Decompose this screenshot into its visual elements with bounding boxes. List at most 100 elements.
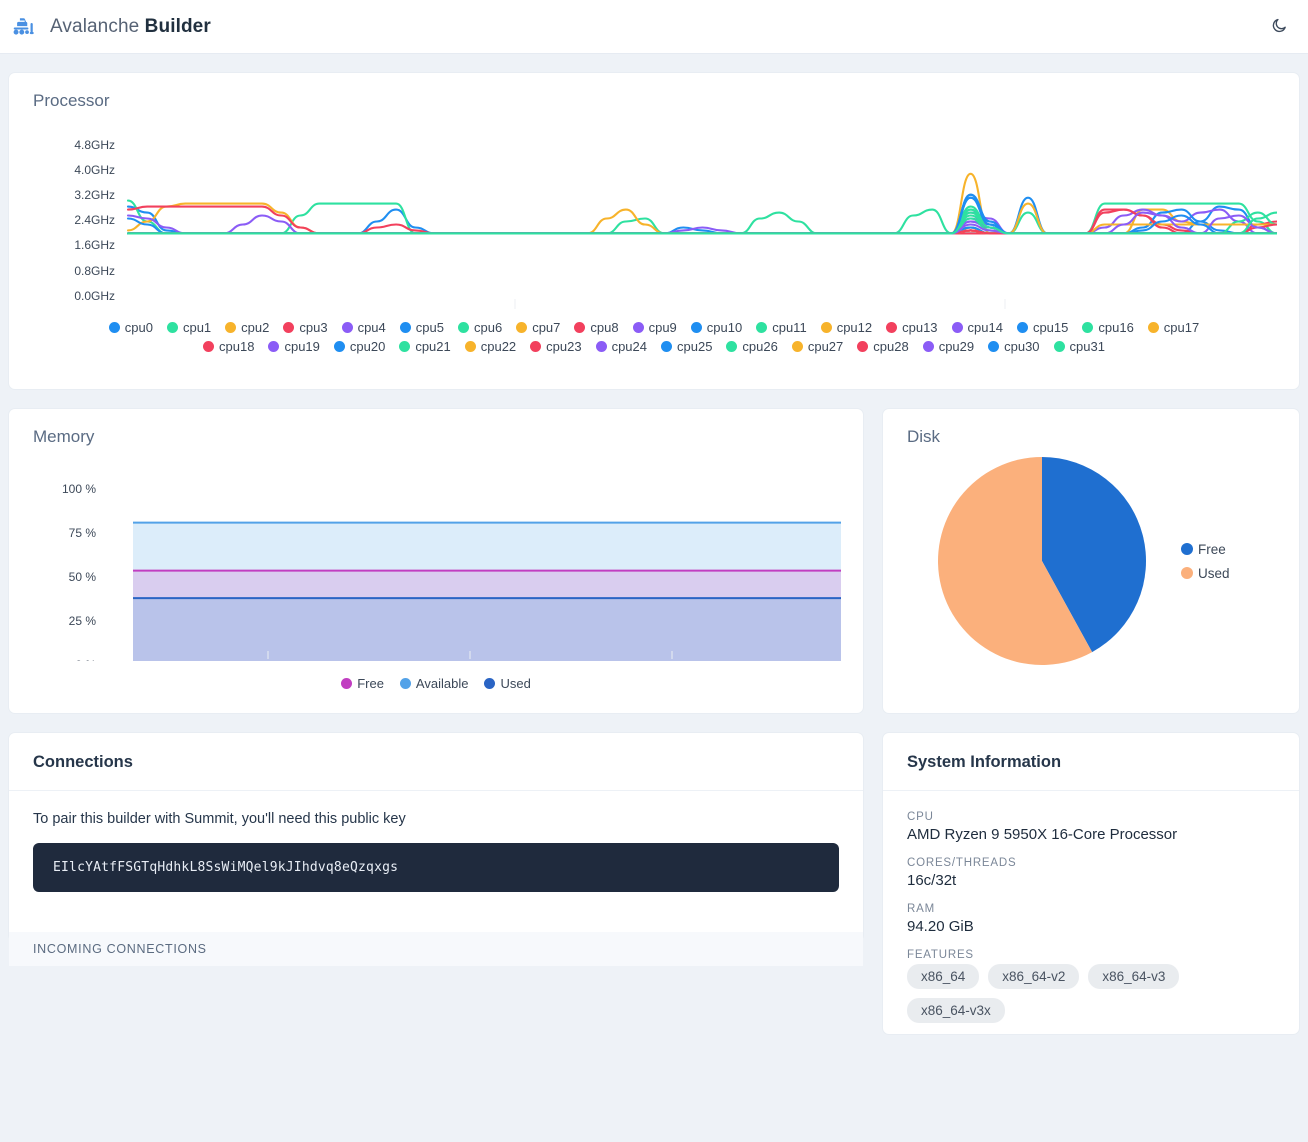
legend-color-dot [283,322,295,333]
feature-chip: x86_64-v3x [907,998,1005,1023]
feature-chip: x86_64 [907,964,980,989]
legend-label: Used [1198,565,1230,581]
legend-label: cpu30 [1004,339,1040,354]
legend-color-dot [166,322,178,333]
legend-color-dot [820,322,832,333]
legend-color-dot [399,341,411,352]
legend-label: cpu5 [415,320,444,335]
legend-item-cpu8[interactable]: cpu8 [574,320,619,335]
legend-item-cpu16[interactable]: cpu16 [1082,320,1134,335]
memory-chart-svg: 100 % 75 % 50 % 25 % 0 % [62,482,863,672]
public-key-box[interactable]: EIlcYAtfFSGTqHdhkL8SsWiMQel9kJIhdvq8eQzq… [33,843,839,892]
app-header: Avalanche Builder [0,0,1308,54]
processor-chart: 4.8GHz 4.0GHz 3.2GHz 2.4GHz 1.6GHz 0.8GH… [33,129,1277,314]
legend-label: cpu0 [124,320,153,335]
legend-item-cpu28[interactable]: cpu28 [857,339,909,354]
disk-legend-item-used[interactable]: Used [1181,566,1230,581]
legend-item-cpu23[interactable]: cpu23 [530,339,582,354]
legend-color-dot [341,322,353,333]
system-information-card: System Information CPU AMD Ryzen 9 5950X… [882,732,1300,1035]
legend-item-cpu12[interactable]: cpu12 [820,320,873,335]
legend-item-cpu30[interactable]: cpu30 [988,339,1040,354]
ytick-label: 4.0GHz [74,163,115,177]
legend-item-cpu25[interactable]: cpu25 [661,339,712,354]
legend-item-cpu5[interactable]: cpu5 [399,320,444,335]
legend-item-cpu2[interactable]: cpu2 [225,320,269,335]
legend-color-dot [574,322,586,333]
legend-item-cpu9[interactable]: cpu9 [632,320,677,335]
legend-item-cpu21[interactable]: cpu21 [399,339,451,354]
memory-disk-row: Memory 100 % 75 % 50 % 25 % 0 % [8,390,1300,714]
feature-chip: x86_64-v2 [988,964,1080,989]
legend-item-cpu29[interactable]: cpu29 [922,339,974,354]
legend-label: cpu4 [357,320,386,335]
disk-pie-slices [938,457,1147,665]
legend-color-dot [1181,567,1193,579]
legend-item-cpu3[interactable]: cpu3 [283,320,328,335]
legend-color-dot [595,341,607,352]
legend-item-cpu18[interactable]: cpu18 [203,339,254,354]
system-information-header: System Information [883,733,1299,791]
memory-legend-item-available[interactable]: Available [399,676,468,691]
legend-color-dot [922,341,934,352]
legend-label: cpu12 [836,320,873,335]
processor-card: Processor 4.8GHz 4.0GHz 3.2GHz 2.4GHz 1.… [8,72,1300,390]
processor-line [126,223,1277,235]
disk-title: Disk [907,427,941,446]
legend-item-cpu6[interactable]: cpu6 [457,320,502,335]
legend-item-cpu0[interactable]: cpu0 [108,320,153,335]
legend-item-cpu19[interactable]: cpu19 [268,339,320,354]
processor-legend: cpu0 cpu1 cpu2 cpu3 cpu4 cpu5 cpu6 cpu7 cpu8 cpu9… [33,320,1275,354]
legend-label: cpu28 [873,339,909,354]
memory-area-used [133,598,863,661]
legend-color-dot [756,322,768,333]
legend-item-cpu22[interactable]: cpu22 [464,339,516,354]
legend-color-dot [484,678,496,689]
disk-pie-svg [938,457,1147,665]
legend-item-cpu11[interactable]: cpu11 [756,320,807,335]
ytick-label: 0.0GHz [74,289,115,303]
processor-line [126,202,1277,235]
legend-color-dot [951,322,963,333]
legend-color-dot [1181,543,1193,555]
processor-title: Processor [33,91,110,110]
disk-legend-item-free[interactable]: Free [1181,542,1230,557]
cores-threads-value: 16c/32t [907,872,957,889]
ytick-label: 25 % [69,614,97,628]
legend-color-dot [203,341,215,352]
legend-label: cpu14 [967,320,1003,335]
pairing-description: To pair this builder with Summit, you'll… [33,811,406,827]
legend-item-cpu17[interactable]: cpu17 [1147,320,1199,335]
connections-system-row: Connections To pair this builder with Su… [8,714,1300,1035]
cpu-value: AMD Ryzen 9 5950X 16-Core Processor [907,826,1178,843]
legend-item-cpu20[interactable]: cpu20 [333,339,385,354]
legend-item-cpu13[interactable]: cpu13 [886,320,938,335]
legend-label: cpu2 [241,320,270,335]
legend-item-cpu10[interactable]: cpu10 [690,320,742,335]
legend-item-cpu15[interactable]: cpu15 [1016,320,1069,335]
legend-color-dot [791,341,803,352]
processor-y-axis: 4.8GHz 4.0GHz 3.2GHz 2.4GHz 1.6GHz 0.8GH… [74,138,115,303]
legend-label: cpu15 [1032,320,1069,335]
legend-item-cpu27[interactable]: cpu27 [791,339,844,354]
legend-item-cpu1[interactable]: cpu1 [166,320,211,335]
legend-label: cpu27 [807,339,844,354]
legend-label: cpu8 [590,320,619,335]
legend-item-cpu4[interactable]: cpu4 [341,320,386,335]
legend-label: cpu24 [611,339,647,354]
legend-item-cpu14[interactable]: cpu14 [951,320,1003,335]
legend-label: cpu18 [219,339,255,354]
connections-title: Connections [33,753,133,771]
disk-card: Disk Free Used [882,408,1300,714]
memory-card: Memory 100 % 75 % 50 % 25 % 0 % [8,408,864,714]
memory-legend-item-free[interactable]: Free [341,676,384,691]
theme-toggle-button[interactable] [1264,12,1294,42]
legend-item-cpu31[interactable]: cpu31 [1053,339,1105,354]
legend-item-cpu7[interactable]: cpu7 [516,320,560,335]
legend-item-cpu26[interactable]: cpu26 [726,339,778,354]
ytick-label: 0.8GHz [74,264,115,278]
memory-legend-item-used[interactable]: Used [484,676,531,691]
legend-item-cpu24[interactable]: cpu24 [595,339,647,354]
ytick-label: 75 % [69,526,97,540]
legend-label: Free [1198,541,1226,557]
